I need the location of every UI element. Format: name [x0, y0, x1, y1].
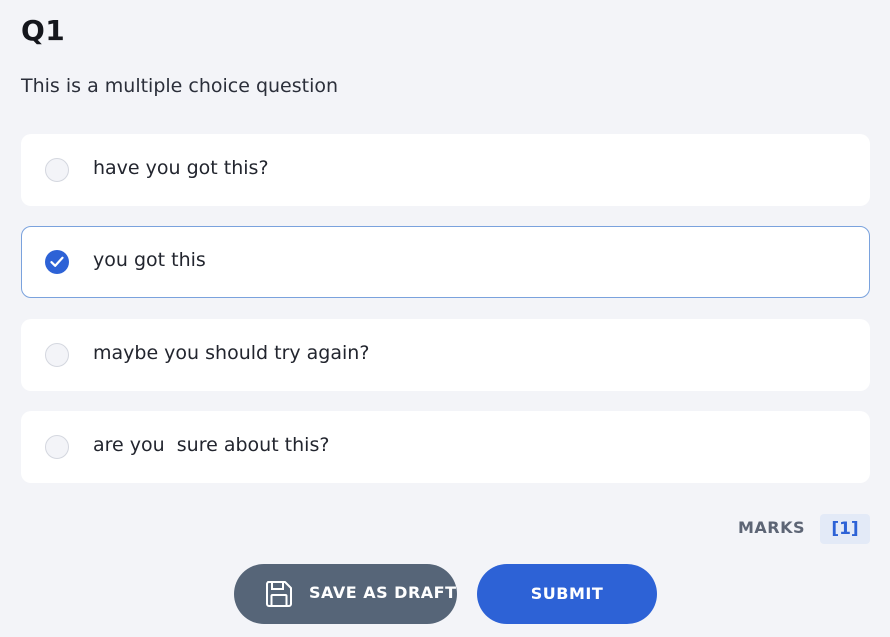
save-as-draft-label: SAVE AS DRAFT [309, 583, 457, 602]
radio-unchecked-icon[interactable] [45, 435, 69, 459]
answer-option-label: have you got this? [93, 157, 269, 179]
radio-checked-icon[interactable] [45, 250, 69, 274]
question-title: Q1 [21, 14, 66, 47]
answer-option-4[interactable]: are you sure about this? [21, 411, 870, 483]
marks-label: MARKS [738, 518, 806, 537]
answer-option-label: you got this [93, 249, 206, 271]
submit-button[interactable]: SUBMIT [477, 564, 657, 624]
radio-unchecked-icon[interactable] [45, 343, 69, 367]
radio-unchecked-icon[interactable] [45, 158, 69, 182]
save-icon [266, 581, 292, 607]
answer-option-1[interactable]: have you got this? [21, 134, 870, 206]
submit-label: SUBMIT [530, 584, 604, 603]
answer-option-label: are you sure about this? [93, 434, 330, 456]
question-text: This is a multiple choice question [21, 75, 339, 97]
answer-option-2[interactable]: you got this [21, 226, 870, 298]
answer-option-label: maybe you should try again? [93, 342, 370, 364]
marks-badge: [1] [820, 514, 870, 544]
save-as-draft-button[interactable]: SAVE AS DRAFT [234, 564, 457, 624]
checkmark-icon [50, 256, 64, 267]
answer-option-3[interactable]: maybe you should try again? [21, 319, 870, 391]
